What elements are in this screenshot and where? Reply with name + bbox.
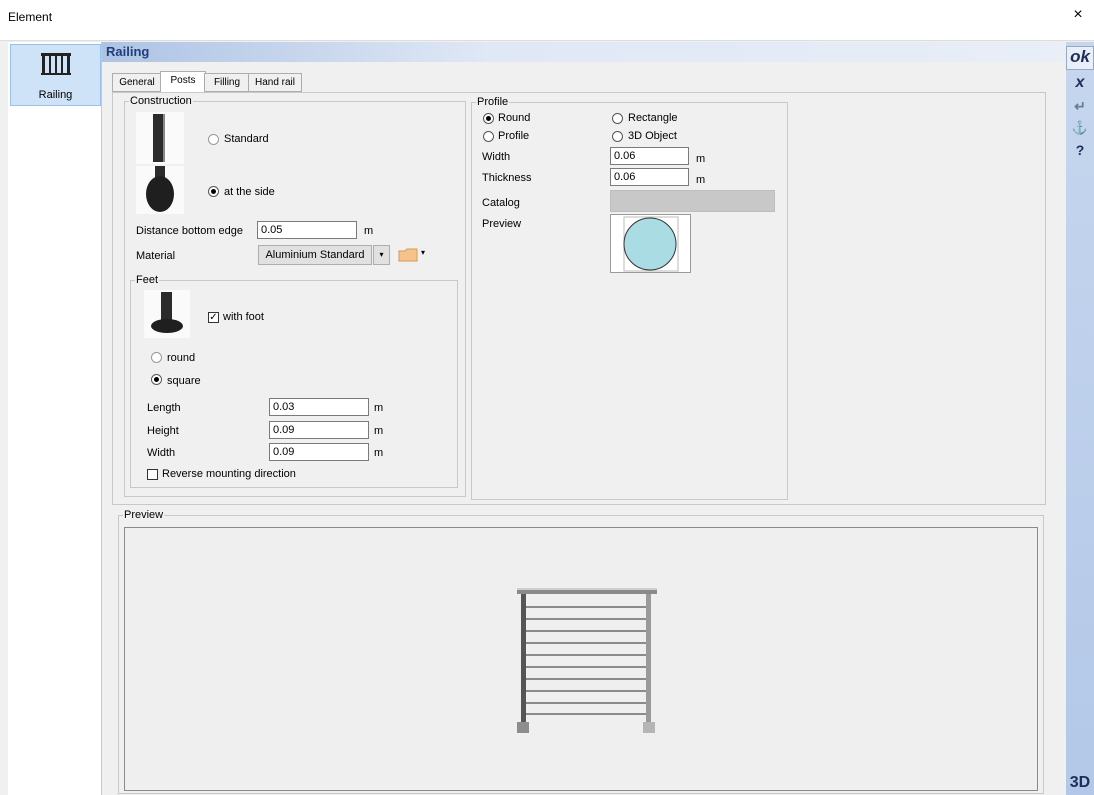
view-3d-button[interactable]: 3D xyxy=(1066,774,1094,792)
folder-icon[interactable] xyxy=(398,248,418,262)
profile-radio[interactable] xyxy=(483,131,494,142)
standard-radio[interactable] xyxy=(208,134,219,145)
ok-button[interactable]: ok xyxy=(1066,46,1094,70)
3d-object-radio[interactable] xyxy=(612,131,623,142)
page-title: Railing xyxy=(106,44,150,59)
element-list: Railing xyxy=(8,42,102,795)
post-side-image xyxy=(136,166,184,214)
tab-hand-rail[interactable]: Hand rail xyxy=(248,73,302,92)
element-item-railing[interactable]: Railing xyxy=(10,44,101,106)
height-unit: m xyxy=(374,425,384,437)
profile-width-input[interactable] xyxy=(610,147,689,165)
title-bar: Element × xyxy=(0,0,1094,41)
railing-icon xyxy=(41,53,71,75)
at-the-side-label: at the side xyxy=(224,186,275,198)
rectangle-profile-radio[interactable] xyxy=(612,113,623,124)
material-button[interactable]: Aluminium Standard xyxy=(258,245,372,265)
length-input[interactable] xyxy=(269,398,369,416)
height-label: Height xyxy=(147,425,179,437)
distance-input[interactable] xyxy=(257,221,357,239)
command-bar: ok x ↵ ⚓ ? 3D xyxy=(1066,42,1094,795)
construction-legend: Construction xyxy=(130,95,192,107)
profile-legend: Profile xyxy=(477,96,509,108)
height-input[interactable] xyxy=(269,421,369,439)
window-title: Element xyxy=(8,10,53,24)
round-foot-radio[interactable] xyxy=(151,352,162,363)
round-profile-label: Round xyxy=(498,112,531,124)
thickness-label: Thickness xyxy=(482,172,532,184)
round-foot-label: round xyxy=(167,352,196,364)
square-foot-radio[interactable] xyxy=(151,374,162,385)
distance-unit: m xyxy=(364,225,374,237)
reverse-mounting-checkbox[interactable] xyxy=(147,469,158,480)
profile-radio-label: Profile xyxy=(498,130,530,142)
thickness-unit: m xyxy=(696,174,706,186)
thickness-input[interactable] xyxy=(610,168,689,186)
feet-legend: Feet xyxy=(136,274,159,286)
anchor-icon[interactable]: ⚓ xyxy=(1066,120,1094,136)
width-input[interactable] xyxy=(269,443,369,461)
post-standard-image xyxy=(136,112,184,164)
width-label: Width xyxy=(147,447,176,459)
profile-preview-image xyxy=(610,214,691,273)
square-foot-label: square xyxy=(167,375,201,387)
folder-dropdown-icon[interactable]: ▾ xyxy=(421,248,425,257)
element-item-label: Railing xyxy=(38,89,73,101)
reverse-mounting-label: Reverse mounting direction xyxy=(162,468,296,480)
preview-legend: Preview xyxy=(124,509,164,521)
enter-icon[interactable]: ↵ xyxy=(1066,98,1094,115)
length-unit: m xyxy=(374,402,384,414)
tab-posts[interactable]: Posts xyxy=(160,71,206,93)
with-foot-label: with foot xyxy=(223,311,264,323)
material-label: Material xyxy=(136,250,176,262)
with-foot-checkbox[interactable]: ✓ xyxy=(208,312,219,323)
tab-filling[interactable]: Filling xyxy=(204,73,250,92)
help-icon[interactable]: ? xyxy=(1066,142,1094,158)
dialog-header: Railing xyxy=(102,42,1066,62)
close-icon[interactable]: × xyxy=(1068,6,1088,24)
length-label: Length xyxy=(147,402,181,414)
catalog-label: Catalog xyxy=(482,197,520,209)
rectangle-profile-label: Rectangle xyxy=(628,112,678,124)
width-unit: m xyxy=(374,447,384,459)
catalog-field[interactable] xyxy=(610,190,775,212)
distance-label: Distance bottom edge xyxy=(136,225,244,237)
at-the-side-radio[interactable] xyxy=(208,186,219,197)
cancel-icon[interactable]: x xyxy=(1066,74,1094,92)
round-profile-radio[interactable] xyxy=(483,113,494,124)
profile-width-unit: m xyxy=(696,153,706,165)
material-dropdown-icon[interactable]: ▾ xyxy=(373,245,390,265)
foot-image xyxy=(144,290,190,338)
standard-label: Standard xyxy=(224,133,269,145)
profile-preview-label: Preview xyxy=(482,218,522,230)
3d-object-label: 3D Object xyxy=(628,130,677,142)
tab-general[interactable]: General xyxy=(112,73,162,92)
profile-width-label: Width xyxy=(482,151,511,163)
railing-preview-image xyxy=(517,588,657,733)
